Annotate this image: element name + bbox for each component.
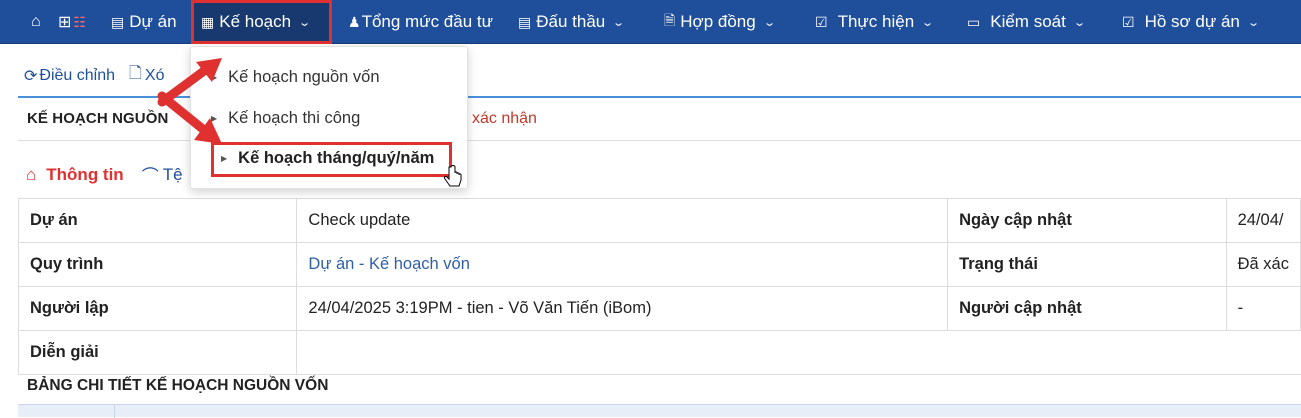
status-text: xác nhận: [472, 110, 537, 127]
process-link[interactable]: Dự án - Kế hoạch vốn: [296, 242, 949, 287]
folder-check-icon: ☑: [1122, 13, 1135, 30]
paperclip-icon: ⌒: [141, 167, 159, 186]
menu-item-ke-hoach-thang-quy-nam[interactable]: ▶ Kế hoạch tháng/quý/năm: [221, 149, 434, 168]
check-icon: ☑: [815, 13, 828, 30]
chevron-down-icon: ⌄: [1247, 16, 1260, 29]
state-label: Trạng thái: [947, 242, 1227, 287]
caret-right-icon: ▶: [221, 154, 228, 163]
chevron-down-icon: ⌄: [298, 16, 312, 29]
process-label: Quy trình: [17, 242, 298, 287]
table-row: Người lập 24/04/2025 3:19PM - tien - Võ …: [17, 286, 1301, 331]
menu-item-ke-hoach-nguon-von[interactable]: ▶ Kế hoạch nguồn vốn: [211, 68, 380, 87]
home-icon[interactable]: ⌂: [31, 0, 41, 44]
menu-item-highlight: ▶ Kế hoạch tháng/quý/năm: [211, 142, 452, 177]
state-value: Đã xác: [1225, 242, 1301, 287]
home-icon: ⌂: [26, 164, 37, 184]
nav-dau-thau[interactable]: ▤ Đấu thầu ⌄: [518, 0, 626, 44]
hand-cursor-icon: [443, 165, 462, 187]
table-row: Dự án Check update Ngày cập nhật 24/04/: [17, 198, 1301, 243]
page-title: KẾ HOẠCH NGUỒN: [27, 110, 169, 127]
project-icon: ▤: [111, 13, 125, 30]
tab-files[interactable]: ⌒ Tệ: [142, 162, 183, 187]
nav-kiem-soat[interactable]: ▭ Kiểm soát ⌄: [967, 0, 1086, 44]
adjust-button[interactable]: ⟳ Điều chỉnh: [24, 62, 115, 89]
project-value: Check update: [296, 198, 949, 243]
chevron-down-icon: ⌄: [762, 16, 776, 29]
grid-icon[interactable]: ⊞ ☷: [58, 0, 86, 44]
tab-bar: ⌂ Thông tin ⌒ Tệ: [26, 162, 183, 187]
annotation-arrow-icon: [157, 91, 222, 144]
table-row: Quy trình Dự án - Kế hoạch vốn Trạng thá…: [17, 242, 1301, 287]
updated-label: Ngày cập nhật: [947, 198, 1227, 243]
tab-info[interactable]: ⌂ Thông tin: [26, 162, 124, 187]
nav-ho-so-du-an[interactable]: ☑ Hồ sơ dự án ⌄: [1122, 0, 1260, 44]
detail-grid-header: [18, 404, 1301, 418]
toolbar: ⟳ Điều chỉnh 🗋 Xó: [24, 62, 164, 89]
project-label: Dự án: [17, 198, 298, 243]
file-x-icon: 🗋: [129, 65, 142, 82]
nav-hop-dong[interactable]: 🗎 Hợp đồng ⌄: [664, 0, 776, 44]
nav-tong-muc-dau-tu[interactable]: ♟ Tổng mức đầu tư: [348, 0, 493, 44]
monitor-icon: ▭: [967, 13, 981, 30]
info-table: Dự án Check update Ngày cập nhật 24/04/ …: [17, 198, 1301, 375]
nav-thuc-hien[interactable]: ☑ Thực hiện ⌄: [815, 0, 935, 44]
nav-ke-hoach[interactable]: ▦ Kế hoạch ⌄: [191, 0, 332, 44]
creator-value: 24/04/2025 3:19PM - tien - Võ Văn Tiến (…: [296, 286, 949, 331]
plan-icon: ▦: [201, 13, 215, 30]
updater-label: Người cập nhật: [947, 286, 1227, 331]
updated-value: 24/04/: [1225, 198, 1301, 243]
nav-du-an[interactable]: ▤ Dự án: [111, 0, 177, 44]
table-row: Diễn giải: [17, 330, 1301, 375]
chevron-down-icon: ⌄: [921, 16, 935, 29]
ke-hoach-dropdown: ▶ Kế hoạch nguồn vốn ▶ Kế hoạch thi công ▶…: [190, 46, 468, 189]
contract-icon: 🗎: [664, 12, 676, 28]
desc-label: Diễn giải: [17, 330, 298, 375]
refresh-icon: ⟳: [24, 67, 38, 85]
desc-value: [296, 330, 1301, 375]
menu-item-ke-hoach-thi-cong[interactable]: ▶ Kế hoạch thi công: [211, 109, 360, 128]
section-title: BẢNG CHI TIẾT KẾ HOẠCH NGUỒN VỐN: [27, 377, 329, 394]
money-bag-icon: ♟: [348, 13, 361, 30]
bid-icon: ▤: [518, 13, 532, 30]
creator-label: Người lập: [17, 286, 298, 331]
top-navbar: ⌂ ⊞ ☷ ▤ Dự án ▦ Kế hoạch ⌄ ♟ Tổng mức đầu tư …: [0, 0, 1301, 44]
chevron-down-icon: ⌄: [1072, 16, 1086, 29]
updater-value: -: [1225, 286, 1301, 331]
chevron-down-icon: ⌄: [612, 16, 626, 29]
